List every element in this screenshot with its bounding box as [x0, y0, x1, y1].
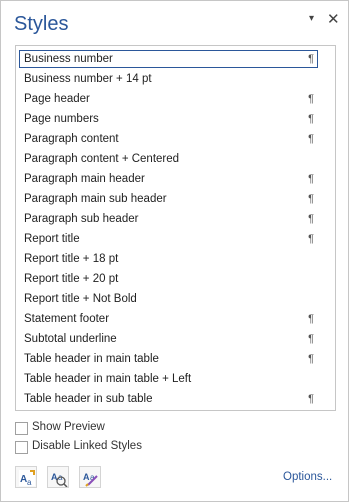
- show-preview-checkbox[interactable]: [15, 422, 28, 435]
- new-style-button[interactable]: A a: [15, 466, 37, 488]
- style-name: Report title + 20 pt: [24, 273, 119, 285]
- paragraph-style-icon: ¶: [308, 333, 314, 345]
- style-inspector-icon: A a: [51, 472, 68, 487]
- style-list-item[interactable]: Paragraph main sub header ¶: [19, 190, 318, 208]
- show-preview-label: Show Preview: [32, 421, 105, 433]
- style-name: Business number + 14 pt: [24, 73, 152, 85]
- style-list-item[interactable]: Table header in main table + Left: [19, 370, 318, 388]
- style-list-item[interactable]: Statement footer ¶: [19, 310, 318, 328]
- style-name: Report title: [24, 233, 80, 245]
- style-name: Paragraph main header: [24, 173, 145, 185]
- style-list-item[interactable]: Report title ¶: [19, 230, 318, 248]
- style-name: Paragraph content: [24, 133, 119, 145]
- style-name: Business number: [24, 53, 113, 65]
- disable-linked-styles-label: Disable Linked Styles: [32, 440, 142, 452]
- style-name: Paragraph sub header: [24, 213, 139, 225]
- paragraph-style-icon: ¶: [308, 193, 314, 205]
- paragraph-style-icon: ¶: [308, 173, 314, 185]
- style-list-item[interactable]: Page header ¶: [19, 90, 318, 108]
- style-list-item[interactable]: Page numbers ¶: [19, 110, 318, 128]
- style-name: Table header in main table: [24, 353, 159, 365]
- paragraph-style-icon: ¶: [308, 213, 314, 225]
- style-inspector-button[interactable]: A a: [47, 466, 69, 488]
- paragraph-style-icon: ¶: [308, 393, 314, 405]
- manage-styles-button[interactable]: A a: [79, 466, 101, 488]
- style-list-item[interactable]: Business number ¶: [19, 50, 318, 68]
- paragraph-style-icon: ¶: [308, 233, 314, 245]
- style-name: Page numbers: [24, 113, 99, 125]
- paragraph-style-icon: ¶: [308, 313, 314, 325]
- style-name: Page header: [24, 93, 90, 105]
- style-list-item[interactable]: Report title + 20 pt: [19, 270, 318, 288]
- styles-list[interactable]: Business number ¶ Business number + 14 pt P…: [15, 45, 336, 411]
- style-list-item[interactable]: Subtotal underline ¶: [19, 330, 318, 348]
- svg-text:a: a: [27, 478, 32, 487]
- style-list-item[interactable]: Report title + 18 pt: [19, 250, 318, 268]
- style-name: Subtotal underline: [24, 333, 117, 345]
- svg-text:A: A: [83, 472, 90, 482]
- style-list-item[interactable]: Table header in sub table ¶: [19, 390, 318, 408]
- style-name: Report title + 18 pt: [24, 253, 119, 265]
- style-list-item[interactable]: Paragraph main header ¶: [19, 170, 318, 188]
- style-name: Report title + Not Bold: [24, 293, 137, 305]
- disable-linked-styles-checkbox[interactable]: [15, 441, 28, 454]
- new-style-icon: A a: [19, 470, 35, 487]
- style-list-item[interactable]: Business number + 14 pt: [19, 70, 318, 88]
- style-list-item[interactable]: Table header in main table ¶: [19, 350, 318, 368]
- paragraph-style-icon: ¶: [308, 353, 314, 365]
- options-link[interactable]: Options...: [283, 471, 332, 483]
- style-list-item[interactable]: Paragraph content + Centered: [19, 150, 318, 168]
- style-name: Paragraph content + Centered: [24, 153, 180, 165]
- style-name: Table header in main table + Left: [24, 373, 192, 385]
- styles-pane: Styles ▾ ✕ Business number ¶ Business numb…: [0, 0, 349, 502]
- paragraph-style-icon: ¶: [308, 53, 314, 65]
- pane-title: Styles: [14, 13, 69, 35]
- style-list-item[interactable]: Paragraph content ¶: [19, 130, 318, 148]
- style-name: Table header in sub table: [24, 393, 153, 405]
- paragraph-style-icon: ¶: [308, 93, 314, 105]
- manage-styles-icon: A a: [83, 472, 98, 487]
- paragraph-style-icon: ¶: [308, 113, 314, 125]
- style-list-item[interactable]: Report title + Not Bold: [19, 290, 318, 308]
- close-icon[interactable]: ✕: [327, 10, 340, 28]
- style-list-item[interactable]: Paragraph sub header ¶: [19, 210, 318, 228]
- list-scrollbar[interactable]: [323, 46, 335, 410]
- paragraph-style-icon: ¶: [308, 133, 314, 145]
- style-name: Paragraph main sub header: [24, 193, 167, 205]
- style-name: Statement footer: [24, 313, 110, 325]
- pane-options-dropdown-icon[interactable]: ▾: [309, 13, 314, 24]
